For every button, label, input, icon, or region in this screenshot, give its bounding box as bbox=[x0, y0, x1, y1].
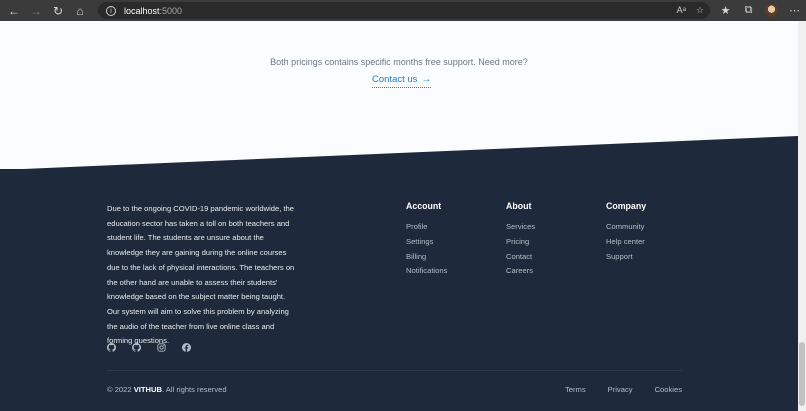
legal-link-cookies[interactable]: Cookies bbox=[655, 385, 682, 394]
scrollbar-thumb[interactable] bbox=[799, 342, 805, 406]
avatar bbox=[765, 4, 778, 17]
copyright-suffix: . All rights reserved bbox=[162, 385, 227, 394]
back-icon[interactable]: ← bbox=[3, 0, 25, 21]
favorites-icon[interactable]: ★ bbox=[714, 0, 737, 21]
url-port: :5000 bbox=[159, 5, 183, 16]
footer-column-company: Company Community Help center Support bbox=[606, 201, 646, 264]
github-icon[interactable] bbox=[132, 343, 141, 352]
footer-link-careers[interactable]: Careers bbox=[506, 264, 535, 279]
footer-divider bbox=[107, 370, 682, 371]
footer-link-contact[interactable]: Contact bbox=[506, 250, 535, 265]
collections-icon[interactable]: ⧉ bbox=[737, 0, 760, 21]
footer-link-pricing[interactable]: Pricing bbox=[506, 235, 535, 250]
footer-column-title: Account bbox=[406, 201, 442, 211]
legal-links: Terms Privacy Cookies bbox=[565, 385, 682, 394]
footer-link-billing[interactable]: Billing bbox=[406, 250, 447, 265]
footer-link-community[interactable]: Community bbox=[606, 220, 646, 235]
footer-link-settings[interactable]: Settings bbox=[406, 235, 447, 250]
page-viewport: Both pricings contains specific months f… bbox=[0, 21, 798, 411]
home-icon[interactable]: ⌂ bbox=[69, 0, 91, 21]
favorite-add-icon[interactable]: ☆ bbox=[696, 5, 704, 16]
contact-us-link[interactable]: Contact us → bbox=[372, 74, 432, 88]
forward-icon[interactable]: → bbox=[25, 0, 47, 21]
more-options-icon[interactable]: ⋯ bbox=[783, 0, 806, 21]
copyright-prefix: © 2022 bbox=[107, 385, 132, 394]
legal-link-privacy[interactable]: Privacy bbox=[608, 385, 633, 394]
legal-link-terms[interactable]: Terms bbox=[565, 385, 586, 394]
browser-toolbar: ← → ↻ ⌂ i localhost:5000 Aᵃ ☆ ★ ⧉ ⋯ bbox=[0, 0, 806, 21]
footer-link-services[interactable]: Services bbox=[506, 220, 535, 235]
footer-column-title: Company bbox=[606, 201, 647, 211]
footer-column-account: Account Profile Settings Billing Notific… bbox=[406, 201, 447, 279]
profile-avatar[interactable] bbox=[760, 0, 783, 21]
info-icon[interactable]: i bbox=[106, 5, 116, 16]
support-text: Both pricings contains specific months f… bbox=[270, 57, 528, 67]
address-bar[interactable]: i localhost:5000 Aᵃ ☆ bbox=[98, 2, 710, 19]
refresh-icon[interactable]: ↻ bbox=[47, 0, 69, 21]
contact-us-label: Contact us bbox=[372, 74, 418, 85]
url-host: localhost bbox=[124, 5, 160, 16]
footer-column-about: About Services Pricing Contact Careers bbox=[506, 201, 535, 279]
footer-about-text: Due to the ongoing COVID-19 pandemic wor… bbox=[107, 204, 295, 346]
read-aloud-icon[interactable]: Aᵃ bbox=[677, 5, 686, 16]
arrow-right-icon: → bbox=[421, 74, 432, 85]
page-scrollbar[interactable] bbox=[798, 21, 806, 411]
facebook-icon[interactable] bbox=[182, 343, 191, 352]
copyright-text: © 2022 VITHUB. All rights reserved bbox=[107, 385, 227, 394]
footer-wave bbox=[0, 136, 798, 170]
brand-name: VITHUB bbox=[133, 385, 162, 394]
footer-link-support[interactable]: Support bbox=[606, 250, 646, 265]
footer-link-notifications[interactable]: Notifications bbox=[406, 264, 447, 279]
footer-column-title: About bbox=[506, 201, 532, 211]
footer-link-profile[interactable]: Profile bbox=[406, 220, 447, 235]
instagram-icon[interactable] bbox=[157, 343, 166, 352]
footer-link-help-center[interactable]: Help center bbox=[606, 235, 646, 250]
social-links bbox=[107, 343, 191, 352]
github-icon[interactable] bbox=[107, 343, 116, 352]
